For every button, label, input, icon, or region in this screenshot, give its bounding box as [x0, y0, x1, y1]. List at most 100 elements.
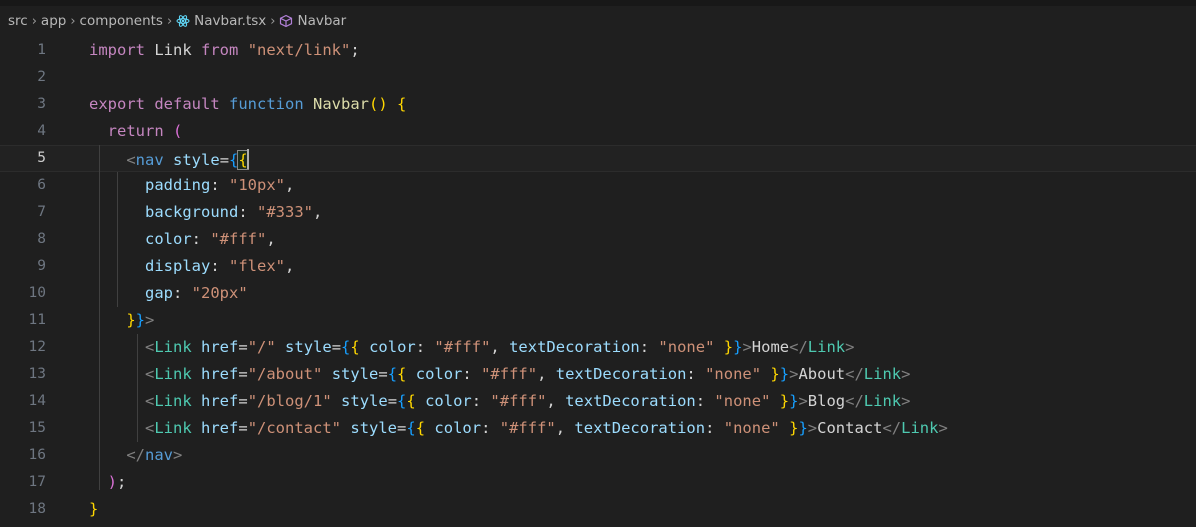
code-token: Home	[751, 338, 790, 356]
code-line[interactable]: 9 display: "flex",	[0, 253, 1196, 280]
code-token: :	[415, 338, 435, 356]
code-token: Link	[154, 338, 192, 356]
line-number: 2	[37, 69, 46, 85]
code-token: {	[397, 95, 407, 113]
code-token: style	[285, 338, 332, 356]
code-line[interactable]: 4 return (	[0, 118, 1196, 145]
code-token: ()	[369, 95, 388, 113]
code-token: color	[434, 419, 482, 437]
component-symbol-icon	[279, 14, 293, 28]
code-token: textDecoration	[565, 392, 696, 410]
code-token: href	[201, 392, 239, 410]
code-line[interactable]: 14 <Link href="/blog/1" style={{ color: …	[0, 388, 1196, 415]
line-number: 6	[37, 177, 46, 193]
breadcrumb-item-file[interactable]: Navbar.tsx	[194, 13, 266, 29]
code-token: </	[789, 338, 808, 356]
code-token: >	[742, 338, 752, 356]
code-token: color	[415, 365, 463, 383]
code-token: "next/link"	[247, 41, 351, 59]
line-text: return (	[89, 118, 183, 145]
code-token: default	[154, 95, 220, 113]
code-editor[interactable]: src › app › components › Navbar.tsx › Na…	[0, 0, 1196, 527]
code-token: ,	[537, 365, 556, 383]
code-line[interactable]: 6 padding: "10px",	[0, 172, 1196, 199]
code-line[interactable]: 10 gap: "20px"	[0, 280, 1196, 307]
code-line[interactable]: 1 import Link from "next/link";	[0, 37, 1196, 64]
code-token: Link	[863, 392, 902, 410]
code-token: (	[173, 122, 183, 140]
code-token: :	[686, 365, 706, 383]
code-token: {	[387, 365, 398, 383]
code-token: </	[882, 419, 902, 437]
code-line[interactable]: 16 </nav>	[0, 442, 1196, 469]
code-token: </	[845, 365, 864, 383]
code-token: "/contact"	[247, 419, 342, 437]
code-line[interactable]: 2	[0, 64, 1196, 91]
line-text: );	[89, 469, 127, 496]
code-token: "none"	[714, 392, 771, 410]
code-token: {	[415, 419, 426, 437]
code-line[interactable]: 8 color: "#fff",	[0, 226, 1196, 253]
code-token: <	[145, 365, 155, 383]
tab-strip	[0, 0, 1196, 6]
code-token: )	[107, 473, 118, 491]
breadcrumb-separator: ›	[31, 13, 37, 29]
line-number: 8	[37, 231, 46, 247]
code-token: "#fff"	[499, 419, 556, 437]
code-token: style	[350, 419, 398, 437]
line-text: }	[89, 496, 98, 523]
code-token: </	[845, 392, 864, 410]
code-line[interactable]: 3 export default function Navbar() {	[0, 91, 1196, 118]
code-token: =	[378, 365, 388, 383]
breadcrumb: src › app › components › Navbar.tsx › Na…	[8, 10, 346, 32]
line-number: 7	[37, 204, 46, 220]
code-token: }	[779, 365, 790, 383]
line-text: padding: "10px",	[89, 172, 294, 199]
code-area[interactable]: 1 import Link from "next/link"; 2 3 export d…	[0, 37, 1196, 523]
code-token: "#fff"	[434, 338, 491, 356]
code-line[interactable]: 18}	[0, 496, 1196, 523]
code-token: color	[145, 230, 192, 248]
code-token: padding	[145, 176, 211, 194]
breadcrumb-item-app[interactable]: app	[41, 13, 66, 29]
code-token: export	[89, 95, 145, 113]
code-line[interactable]: 12 <Link href="/" style={{ color: "#fff"…	[0, 334, 1196, 361]
code-line[interactable]: 17 );	[0, 469, 1196, 496]
code-line[interactable]: 11 }}>	[0, 307, 1196, 334]
react-tsx-file-icon	[176, 14, 190, 28]
code-line[interactable]: 13 <Link href="/about" style={{ color: "…	[0, 361, 1196, 388]
code-token: =	[238, 338, 248, 356]
code-token: "none"	[723, 419, 780, 437]
code-token: {	[350, 338, 360, 356]
breadcrumb-item-components[interactable]: components	[80, 13, 163, 29]
code-line[interactable]: 7 background: "#333",	[0, 199, 1196, 226]
code-token: <	[145, 392, 155, 410]
code-token: color	[425, 392, 472, 410]
code-token: :	[191, 230, 211, 248]
code-token: {	[341, 338, 351, 356]
code-token: =	[219, 151, 230, 169]
code-token: :	[481, 419, 500, 437]
code-token: :	[238, 203, 257, 221]
code-line[interactable]: 15 <Link href="/contact" style={{ color:…	[0, 415, 1196, 442]
code-token: href	[201, 365, 239, 383]
code-token: :	[471, 392, 491, 410]
code-token: >	[798, 392, 808, 410]
breadcrumb-item-symbol[interactable]: Navbar	[297, 13, 346, 29]
code-token: About	[798, 365, 846, 383]
breadcrumb-item-src[interactable]: src	[8, 13, 28, 29]
line-number: 17	[28, 474, 46, 490]
code-line[interactable]: 5 <nav style={{	[0, 145, 1196, 172]
line-text: color: "#fff",	[89, 226, 276, 253]
